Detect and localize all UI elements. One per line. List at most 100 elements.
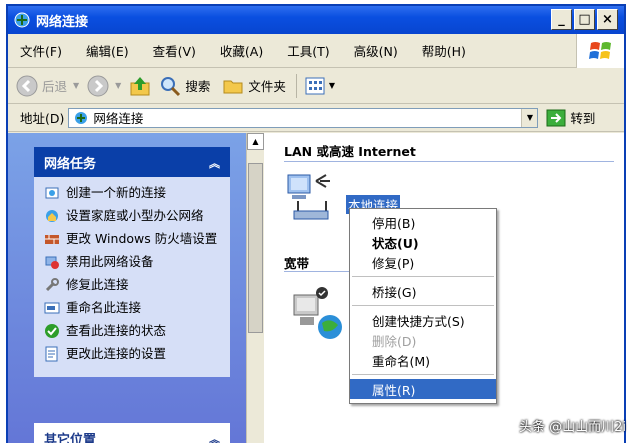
menu-bar: 文件(F) 编辑(E) 查看(V) 收藏(A) 工具(T) 高级(N) 帮助(H… <box>8 34 624 68</box>
ctx-bridge[interactable]: 桥接(G) <box>350 281 496 301</box>
broadband-connection-icon <box>293 287 342 339</box>
search-label: 搜索 <box>185 79 211 94</box>
folders-label: 文件夹 <box>248 79 286 94</box>
ctx-status[interactable]: 状态(U) <box>350 232 496 252</box>
broadband-group-header: 宽带 <box>284 256 310 271</box>
up-folder-button[interactable] <box>129 75 151 97</box>
disable-device-icon <box>45 256 59 269</box>
network-tasks-title: 网络任务 <box>44 156 97 172</box>
address-label: 地址(D) <box>20 111 65 126</box>
network-connections-icon <box>75 111 88 124</box>
up-folder-icon <box>130 76 150 95</box>
views-dropdown-icon[interactable]: ▼ <box>329 81 335 90</box>
firewall-icon <box>45 235 59 244</box>
menu-help[interactable]: 帮助(H) <box>410 41 478 60</box>
search-icon <box>161 76 181 96</box>
ctx-properties[interactable]: 属性(R) <box>350 379 496 399</box>
task-label: 更改此连接的设置 <box>66 346 167 361</box>
folders-button[interactable]: 文件夹 <box>222 75 286 97</box>
context-menu: 停用(B) 状态(U) 修复(P) 桥接(G) 创建快捷方式(S) 删除(D) … <box>349 208 497 404</box>
address-value: 网络连接 <box>93 111 144 126</box>
scroll-up-icon[interactable]: ▲ <box>247 133 264 150</box>
broadband-connection-item[interactable] <box>288 283 348 347</box>
task-label: 更改 Windows 防火墙设置 <box>66 231 218 246</box>
local-connection-item[interactable] <box>282 171 342 231</box>
ctx-disable[interactable]: 停用(B) <box>350 212 496 232</box>
repair-icon <box>45 278 59 292</box>
watermark: 头条 @山山而川2i <box>518 420 626 435</box>
toolbar: 后退 ▼ ▼ 搜索 文件夹 ▼ <box>8 68 624 104</box>
toolbar-separator <box>295 73 297 98</box>
forward-dropdown-icon[interactable]: ▼ <box>115 81 121 90</box>
ctx-create-shortcut[interactable]: 创建快捷方式(S) <box>350 310 496 330</box>
go-label: 转到 <box>570 111 596 126</box>
task-label: 设置家庭或小型办公网络 <box>66 208 204 223</box>
address-input[interactable]: 网络连接 ▼ <box>68 107 539 128</box>
task-label: 禁用此网络设备 <box>66 254 154 269</box>
menu-advanced[interactable]: 高级(N) <box>342 41 410 60</box>
other-places-header[interactable]: 其它位置 ︽ <box>34 423 230 443</box>
menu-file[interactable]: 文件(F) <box>8 41 74 60</box>
collapse-chevron-icon[interactable]: ︽ <box>209 431 220 443</box>
address-bar: 地址(D) 网络连接 ▼ 转到 <box>8 104 624 132</box>
views-icon <box>305 77 325 94</box>
network-adapter-icon <box>287 174 330 220</box>
network-tasks-header[interactable]: 网络任务 ︽ <box>34 147 230 177</box>
rename-icon <box>44 302 60 314</box>
windows-logo-icon <box>576 34 624 68</box>
menu-separator <box>352 305 494 306</box>
lan-group-header: LAN 或高速 Internet <box>284 144 416 159</box>
ctx-delete: 删除(D) <box>372 333 417 349</box>
home-network-icon <box>46 210 58 222</box>
task-pane: 网络任务 ︽ 创建一个新的连接 设置家庭或小型办公网络 更改 Windows 防… <box>8 133 246 443</box>
minimize-button[interactable]: _ <box>551 9 572 30</box>
back-button[interactable]: 后退 ▼ <box>16 75 79 97</box>
go-button[interactable]: 转到 <box>546 108 595 127</box>
menu-tools[interactable]: 工具(T) <box>275 41 341 60</box>
maximize-button[interactable]: □ <box>574 9 595 30</box>
task-label: 查看此连接的状态 <box>66 323 167 338</box>
menu-favorites[interactable]: 收藏(A) <box>208 41 275 60</box>
back-arrow-icon <box>16 75 38 96</box>
task-label: 重命名此连接 <box>66 300 142 315</box>
menu-separator <box>352 374 494 375</box>
settings-icon <box>45 346 58 362</box>
task-label: 修复此连接 <box>66 277 129 292</box>
task-change-settings[interactable]: 更改此连接的设置 <box>44 346 224 362</box>
collapse-chevron-icon[interactable]: ︽ <box>209 155 220 171</box>
network-connections-icon <box>14 12 30 28</box>
menu-separator <box>352 276 494 277</box>
forward-button[interactable]: ▼ <box>87 75 121 97</box>
views-button[interactable]: ▼ <box>305 76 335 96</box>
back-dropdown-icon[interactable]: ▼ <box>73 81 79 90</box>
address-dropdown-icon[interactable]: ▼ <box>521 108 538 127</box>
task-view-status[interactable]: 查看此连接的状态 <box>44 323 224 339</box>
vertical-scrollbar[interactable]: ▲ <box>246 133 264 443</box>
menu-view[interactable]: 查看(V) <box>141 41 208 60</box>
folder-icon <box>223 80 243 93</box>
close-button[interactable]: × <box>597 9 618 30</box>
ctx-repair[interactable]: 修复(P) <box>350 252 496 272</box>
forward-arrow-icon <box>87 75 109 96</box>
task-rename[interactable]: 重命名此连接 <box>44 300 224 316</box>
ctx-rename[interactable]: 重命名(M) <box>350 350 496 370</box>
go-arrow-icon <box>546 109 566 126</box>
task-firewall[interactable]: 更改 Windows 防火墙设置 <box>44 231 224 247</box>
search-button[interactable]: 搜索 <box>159 75 210 97</box>
task-disable-device[interactable]: 禁用此网络设备 <box>44 254 224 270</box>
scroll-thumb[interactable] <box>248 163 263 333</box>
window-title: 网络连接 <box>36 14 89 30</box>
task-label: 创建一个新的连接 <box>66 185 167 200</box>
other-places-title: 其它位置 <box>44 432 97 443</box>
task-repair[interactable]: 修复此连接 <box>44 277 224 293</box>
network-tasks-panel: 网络任务 ︽ 创建一个新的连接 设置家庭或小型办公网络 更改 Windows 防… <box>34 147 230 377</box>
status-icon <box>45 324 59 338</box>
group-divider <box>284 161 614 162</box>
task-home-network[interactable]: 设置家庭或小型办公网络 <box>44 208 224 224</box>
task-create-connection[interactable]: 创建一个新的连接 <box>44 185 224 201</box>
back-label: 后退 <box>42 79 68 94</box>
explorer-window: 网络连接 _ □ × 文件(F) 编辑(E) 查看(V) 收藏(A) 工具(T)… <box>6 4 626 443</box>
menu-edit[interactable]: 编辑(E) <box>74 41 141 60</box>
new-connection-icon <box>45 187 59 199</box>
title-bar: 网络连接 _ □ × <box>8 6 624 34</box>
